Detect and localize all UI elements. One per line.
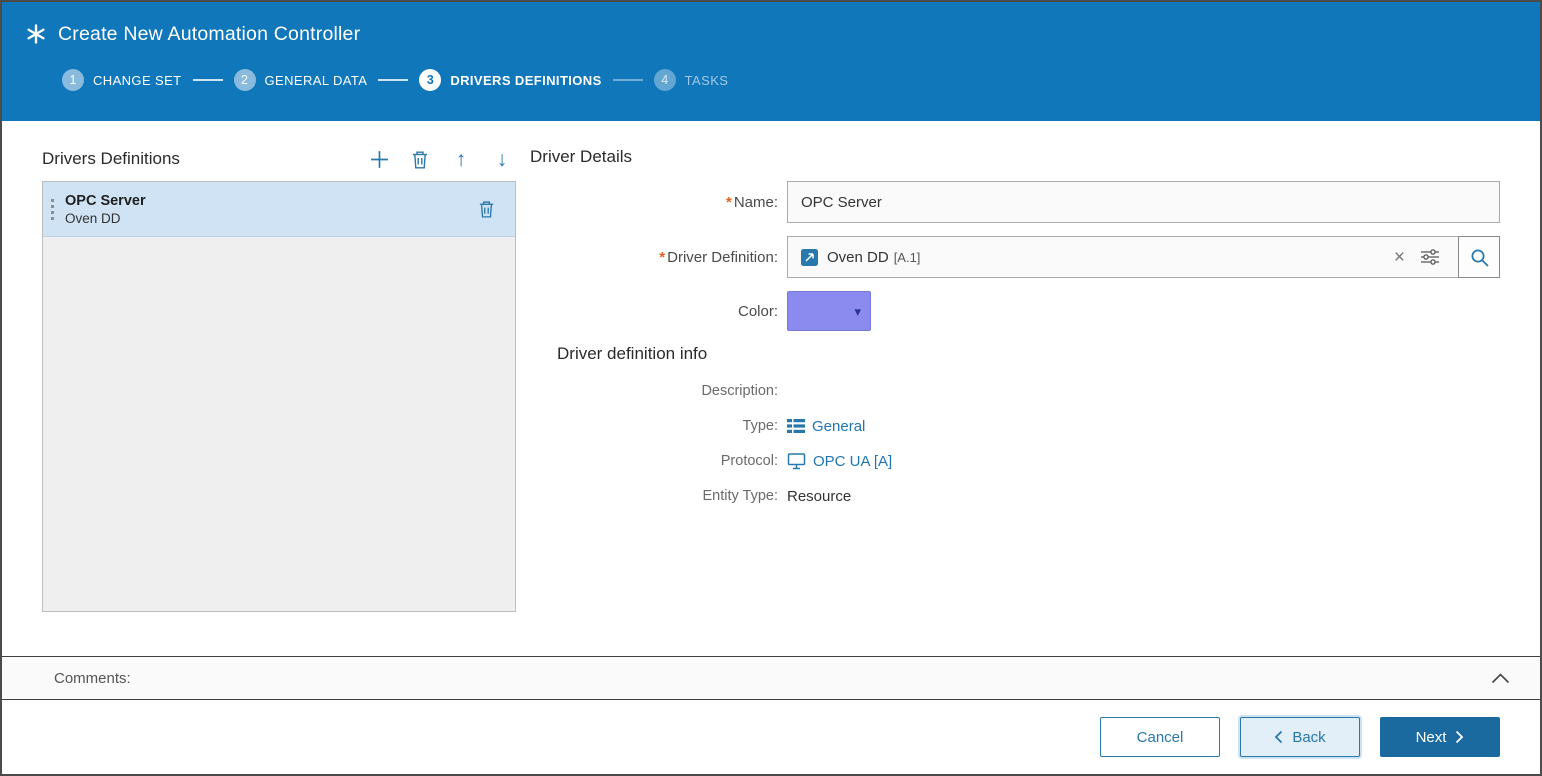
wizard-body: Drivers Definitions ↑ [2, 121, 1540, 656]
cancel-button[interactable]: Cancel [1100, 717, 1220, 757]
wizard-footer: Cancel Back Next [2, 700, 1540, 774]
drivers-definitions-title: Drivers Definitions [42, 149, 180, 169]
step-general-data-label: GENERAL DATA [265, 73, 368, 88]
type-general-icon [787, 418, 805, 434]
entity-type-label: Entity Type: [530, 488, 787, 504]
chevron-left-icon [1274, 730, 1283, 744]
move-up-button[interactable]: ↑ [449, 147, 473, 171]
required-asterisk: * [726, 194, 732, 211]
color-label: Color: [530, 303, 787, 320]
driver-details-panel: Driver Details *Name: *Driver Definition… [530, 147, 1500, 656]
step-change-set-circle: 1 [62, 69, 84, 91]
driver-item-definition: Oven DD [65, 211, 471, 226]
arrow-up-icon: ↑ [456, 149, 467, 170]
comments-label: Comments: [54, 670, 131, 687]
next-button[interactable]: Next [1380, 717, 1500, 757]
clear-selection-icon[interactable]: × [1389, 248, 1410, 267]
description-label: Description: [530, 383, 787, 399]
back-button[interactable]: Back [1240, 717, 1360, 757]
protocol-label: Protocol: [530, 453, 787, 469]
drivers-definitions-panel: Drivers Definitions ↑ [42, 147, 516, 656]
type-link[interactable]: General [812, 418, 865, 435]
wizard-title: Create New Automation Controller [58, 23, 360, 46]
name-row: *Name: [530, 181, 1500, 223]
driver-definition-combobox[interactable]: Oven DD [A.1] × [787, 236, 1459, 278]
step-tasks-circle: 4 [654, 69, 676, 91]
add-driver-button[interactable] [367, 147, 391, 171]
step-tasks-label: TASKS [685, 73, 729, 88]
step-change-set[interactable]: 1 CHANGE SET [62, 69, 182, 91]
protocol-monitor-icon [787, 452, 806, 470]
name-input[interactable] [787, 181, 1500, 223]
entity-type-value: Resource [787, 486, 851, 506]
wizard-step-indicator: 1 CHANGE SET 2 GENERAL DATA 3 DRIVERS DE… [62, 69, 1516, 91]
create-automation-controller-dialog: Create New Automation Controller 1 CHANG… [0, 0, 1542, 776]
required-asterisk: * [659, 249, 665, 266]
step-change-set-label: CHANGE SET [93, 73, 182, 88]
comments-bar: Comments: [2, 656, 1540, 700]
delete-driver-item-button[interactable] [471, 199, 515, 219]
type-label: Type: [530, 418, 787, 434]
search-button[interactable] [1458, 236, 1500, 278]
drag-handle-icon[interactable] [43, 199, 61, 220]
color-row: Color: ▾ [530, 291, 1500, 331]
driver-definition-label: *Driver Definition: [530, 249, 787, 266]
drivers-list[interactable]: OPC Server Oven DD [42, 181, 516, 612]
step-drivers-definitions-circle: 3 [419, 69, 441, 91]
driver-details-title: Driver Details [530, 147, 1500, 181]
driver-definition-object-icon [800, 248, 819, 267]
back-button-label: Back [1292, 729, 1325, 746]
protocol-row: Protocol: OPC UA [A] [530, 449, 1500, 473]
next-button-label: Next [1416, 729, 1447, 746]
filter-settings-icon[interactable] [1418, 248, 1446, 266]
type-row: Type: General [530, 414, 1500, 438]
wizard-header: Create New Automation Controller 1 CHANG… [2, 2, 1540, 121]
step-drivers-definitions[interactable]: 3 DRIVERS DEFINITIONS [419, 69, 601, 91]
driver-definition-value: Oven DD [827, 249, 889, 266]
driver-list-item[interactable]: OPC Server Oven DD [43, 182, 515, 237]
entity-type-row: Entity Type: Resource [530, 484, 1500, 508]
driver-definition-revision: [A.1] [894, 250, 921, 265]
cancel-button-label: Cancel [1137, 729, 1184, 746]
chevron-right-icon [1455, 730, 1464, 744]
driver-definition-info-title: Driver definition info [557, 344, 1500, 364]
protocol-link[interactable]: OPC UA [A] [813, 453, 892, 470]
step-general-data-circle: 2 [234, 69, 256, 91]
asterisk-icon [26, 24, 46, 44]
move-down-button[interactable]: ↓ [490, 147, 514, 171]
chevron-up-icon[interactable] [1487, 669, 1514, 688]
step-drivers-definitions-label: DRIVERS DEFINITIONS [450, 73, 601, 88]
caret-down-icon: ▾ [854, 305, 861, 318]
description-row: Description: [530, 379, 1500, 403]
drivers-toolbar: ↑ ↓ [367, 147, 516, 171]
driver-list-item-text: OPC Server Oven DD [61, 193, 471, 226]
step-general-data[interactable]: 2 GENERAL DATA [234, 69, 368, 91]
arrow-down-icon: ↓ [497, 149, 508, 170]
step-connector [613, 79, 643, 81]
driver-definition-row: *Driver Definition: Oven DD [A.1] × [530, 236, 1500, 278]
delete-driver-button[interactable] [408, 147, 432, 171]
step-connector [378, 79, 408, 81]
step-connector [193, 79, 223, 81]
color-picker-button[interactable]: ▾ [787, 291, 871, 331]
name-label: *Name: [530, 194, 787, 211]
step-tasks: 4 TASKS [654, 69, 729, 91]
driver-item-name: OPC Server [65, 193, 471, 209]
